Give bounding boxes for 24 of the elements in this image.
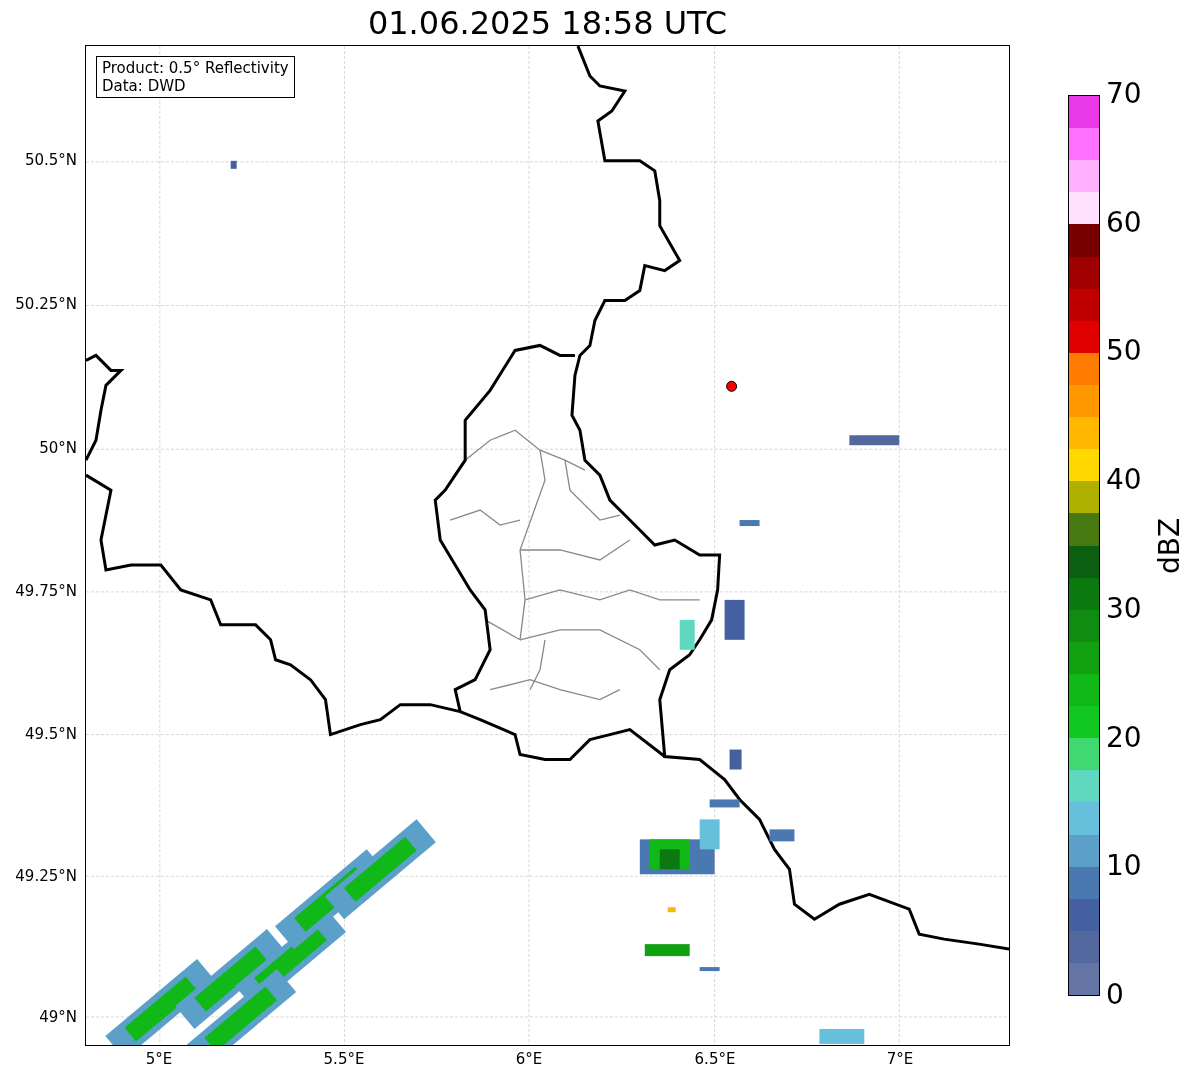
colorbar-tick-label: 40 <box>1106 466 1142 495</box>
colorbar-tick-label: 20 <box>1106 723 1142 752</box>
info-text: Product: 0.5° Reflectivity <box>102 59 289 77</box>
colorbar-tick-label: 0 <box>1106 981 1124 1009</box>
longitude-label: 7°E <box>886 1052 914 1067</box>
longitude-label: 6°E <box>515 1052 543 1067</box>
longitude-label: 5°E <box>145 1052 173 1067</box>
colorbar-label: dBZ <box>1156 517 1184 574</box>
latitude-label: 49.25°N <box>15 869 77 884</box>
colorbar-tick-label: 70 <box>1106 80 1142 108</box>
colorbar-tick-label: 30 <box>1106 594 1142 623</box>
latitude-label: 49°N <box>39 1010 77 1025</box>
latitude-label: 49.75°N <box>15 584 77 599</box>
chart-title: 01.06.2025 18:58 UTC <box>367 6 728 39</box>
latitude-label: 50.5°N <box>24 153 77 168</box>
longitude-label: 6.5°E <box>694 1052 736 1067</box>
latitude-label: 50.25°N <box>15 297 77 312</box>
colorbar-tick-label: 60 <box>1106 208 1142 237</box>
latitude-label: 50°N <box>39 441 77 456</box>
longitude-label: 5.5°E <box>323 1052 365 1067</box>
latitude-label: 49.5°N <box>24 727 77 742</box>
colorbar-tick-label: 50 <box>1106 337 1142 366</box>
colorbar-tick-label: 10 <box>1106 852 1142 881</box>
info-text: Data: DWD <box>102 77 187 95</box>
